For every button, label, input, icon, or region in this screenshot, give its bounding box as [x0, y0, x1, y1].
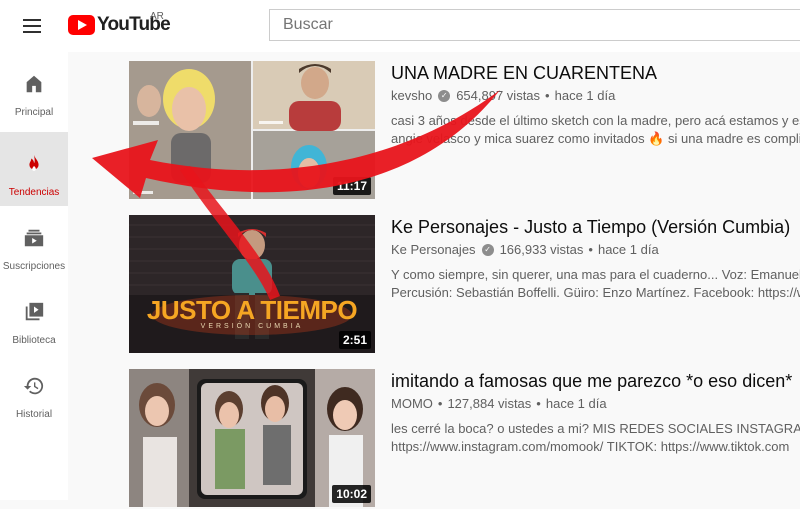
separator-dot: •: [437, 396, 443, 411]
sidebar-item-historial[interactable]: Historial: [0, 354, 68, 428]
video-item: JUSTO A TIEMPO VERSIÓN CUMBIA 2:51 Ke Pe…: [129, 215, 800, 355]
description-line: casi 3 años desde el último sketch con l…: [391, 113, 800, 128]
description-line: https://www.instagram.com/momook/ TIKTOK…: [391, 439, 790, 454]
view-count: 127,884 vistas: [447, 396, 532, 411]
video-byline: kevsho ✓ 654,897 vistas • hace 1 día: [391, 88, 800, 103]
separator-dot: •: [536, 396, 541, 411]
fire-icon: [22, 152, 46, 176]
video-description: les cerré la boca? o ustedes a mi? MIS R…: [391, 420, 800, 456]
separator-dot: •: [545, 88, 550, 103]
video-description: Y como siempre, sin querer, una mas para…: [391, 266, 800, 302]
sidebar-item-label: Historial: [15, 409, 53, 420]
video-title[interactable]: Ke Personajes - Justo a Tiempo (Versión …: [391, 215, 800, 239]
sidebar-item-biblioteca[interactable]: Biblioteca: [0, 280, 68, 354]
sidebar-item-tendencias[interactable]: Tendencias: [0, 132, 68, 206]
video-thumbnail[interactable]: 11:17: [129, 61, 375, 199]
upload-age: hace 1 día: [597, 242, 659, 257]
masthead: YouTube AR: [0, 0, 800, 52]
video-meta: UNA MADRE EN CUARENTENA kevsho ✓ 654,897…: [391, 61, 800, 148]
view-count: 166,933 vistas: [499, 242, 584, 257]
library-icon: [22, 300, 46, 324]
video-duration: 2:51: [338, 331, 371, 349]
youtube-logo[interactable]: YouTube AR: [68, 11, 171, 36]
verified-check-icon: ✓: [481, 243, 494, 256]
video-byline: MOMO • 127,884 vistas • hace 1 día: [391, 396, 800, 411]
video-meta: imitando a famosas que me parezco *o eso…: [391, 369, 800, 456]
separator-dot: •: [588, 242, 593, 257]
thumbnail-subtitle-text: VERSIÓN CUMBIA: [200, 323, 304, 330]
view-count: 654,897 vistas: [456, 88, 541, 103]
channel-name[interactable]: MOMO: [391, 396, 433, 411]
youtube-play-icon: [68, 15, 95, 35]
thumbnail-title-text: JUSTO A TIEMPO: [146, 295, 358, 325]
mini-guide: Principal Tendencias Suscripciones Bibli…: [0, 52, 68, 500]
hamburger-menu-icon[interactable]: [18, 14, 46, 38]
video-thumbnail[interactable]: JUSTO A TIEMPO VERSIÓN CUMBIA 2:51: [129, 215, 375, 353]
sidebar-item-label: Suscripciones: [2, 261, 66, 272]
verified-check-icon: ✓: [438, 89, 451, 102]
sidebar-item-principal[interactable]: Principal: [0, 52, 68, 126]
home-icon: [22, 72, 46, 96]
upload-age: hace 1 día: [545, 396, 607, 411]
description-line: Percusión: Sebastián Boffelli. Güiro: En…: [391, 285, 800, 300]
description-line: Y como siempre, sin querer, una mas para…: [391, 267, 800, 282]
sidebar-item-label: Biblioteca: [12, 335, 56, 346]
history-icon: [22, 374, 46, 398]
sidebar-item-suscripciones[interactable]: Suscripciones: [0, 206, 68, 280]
subscriptions-icon: [22, 226, 46, 250]
search-input[interactable]: [270, 10, 800, 40]
video-byline: Ke Personajes ✓ 166,933 vistas • hace 1 …: [391, 242, 800, 257]
video-duration: 10:02: [332, 485, 371, 503]
upload-age: hace 1 día: [554, 88, 616, 103]
video-item: 10:02 imitando a famosas que me parezco …: [129, 369, 800, 509]
search-box: [269, 9, 800, 41]
video-item: 11:17 UNA MADRE EN CUARENTENA kevsho ✓ 6…: [129, 61, 800, 201]
sidebar-item-label: Tendencias: [8, 187, 60, 198]
sidebar-item-label: Principal: [14, 107, 54, 118]
video-thumbnail[interactable]: 10:02: [129, 369, 375, 507]
video-title[interactable]: UNA MADRE EN CUARENTENA: [391, 61, 800, 85]
channel-name[interactable]: Ke Personajes: [391, 242, 476, 257]
description-line: angie velasco y mica suarez como invitad…: [391, 131, 800, 146]
channel-name[interactable]: kevsho: [391, 88, 432, 103]
video-title[interactable]: imitando a famosas que me parezco *o eso…: [391, 369, 800, 393]
video-duration: 11:17: [332, 177, 371, 195]
logo-region-code: AR: [150, 11, 164, 22]
description-line: les cerré la boca? o ustedes a mi? MIS R…: [391, 421, 800, 436]
video-meta: Ke Personajes - Justo a Tiempo (Versión …: [391, 215, 800, 302]
video-description: casi 3 años desde el último sketch con l…: [391, 112, 800, 148]
